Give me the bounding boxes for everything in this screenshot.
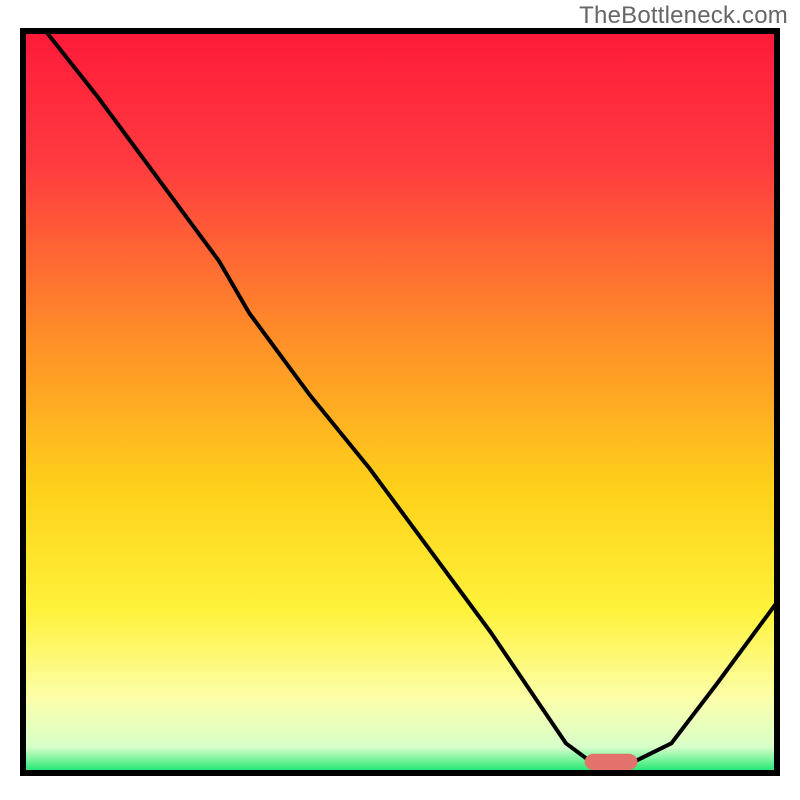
watermark-label: TheBottleneck.com [579,2,788,30]
plot-area [20,28,780,776]
chart-svg [20,28,780,776]
heatmap-background [23,31,777,773]
chart-frame: TheBottleneck.com [0,0,800,800]
optimum-marker [585,754,638,770]
